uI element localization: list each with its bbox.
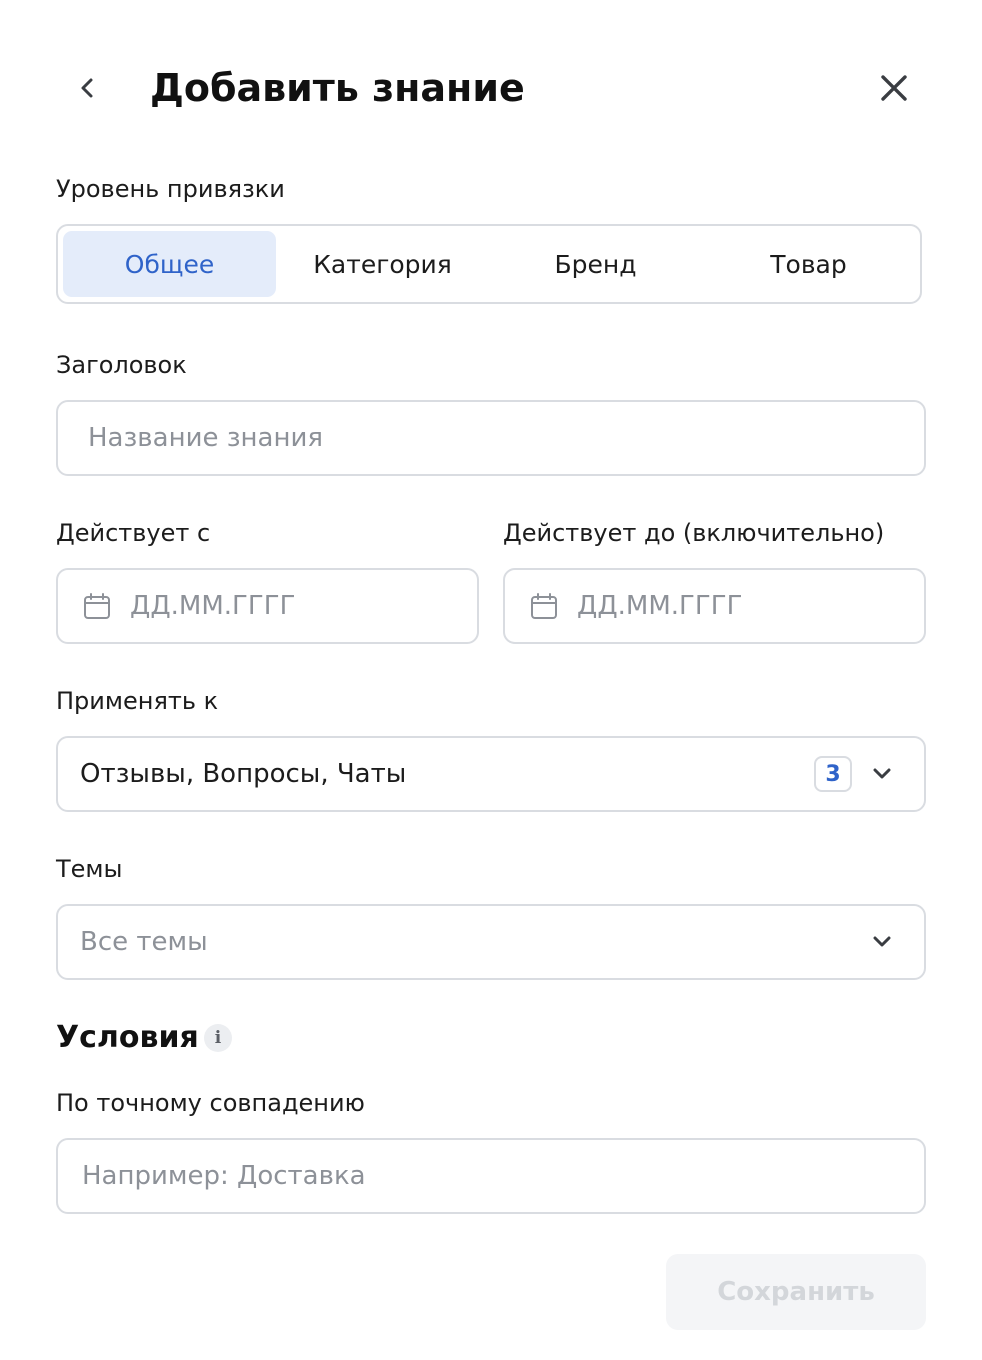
segment-product[interactable]: Товар — [702, 231, 915, 297]
conditions-title: Условия — [56, 1020, 199, 1055]
binding-level-segmented-control: Общее Категория Бренд Товар — [56, 224, 922, 304]
topics-select[interactable]: Все темы — [56, 904, 926, 980]
page-title: Добавить знание — [150, 66, 525, 110]
valid-to-label: Действует до (включительно) — [503, 519, 885, 547]
chevron-down-icon — [873, 768, 891, 779]
chevron-down-icon — [873, 936, 891, 947]
valid-to-field — [503, 568, 926, 644]
heading-label: Заголовок — [56, 351, 187, 379]
back-button[interactable] — [66, 66, 110, 110]
topics-value: Все темы — [80, 927, 208, 957]
selected-count-badge: 3 — [814, 756, 852, 792]
exact-match-label: По точному совпадению — [56, 1089, 365, 1117]
close-icon — [881, 75, 907, 101]
apply-to-select[interactable]: Отзывы, Вопросы, Чаты 3 — [56, 736, 926, 812]
segment-general[interactable]: Общее — [63, 231, 276, 297]
valid-from-input[interactable] — [128, 590, 477, 622]
topics-label: Темы — [56, 855, 123, 883]
chevron-left-icon — [81, 78, 93, 98]
close-button[interactable] — [868, 62, 920, 114]
valid-to-input[interactable] — [575, 590, 924, 622]
exact-match-field — [56, 1138, 926, 1214]
apply-to-label: Применять к — [56, 687, 219, 715]
calendar-icon — [531, 593, 557, 619]
calendar-icon — [84, 593, 110, 619]
valid-from-label: Действует с — [56, 519, 211, 547]
heading-input[interactable] — [86, 422, 924, 454]
heading-field — [56, 400, 926, 476]
segment-category[interactable]: Категория — [276, 231, 489, 297]
binding-level-label: Уровень привязки — [56, 175, 285, 203]
valid-from-field — [56, 568, 479, 644]
exact-match-input[interactable] — [80, 1160, 924, 1192]
info-icon[interactable]: i — [204, 1024, 232, 1052]
segment-brand[interactable]: Бренд — [489, 231, 702, 297]
save-button[interactable]: Сохранить — [666, 1254, 926, 1330]
apply-to-value: Отзывы, Вопросы, Чаты — [80, 759, 407, 789]
